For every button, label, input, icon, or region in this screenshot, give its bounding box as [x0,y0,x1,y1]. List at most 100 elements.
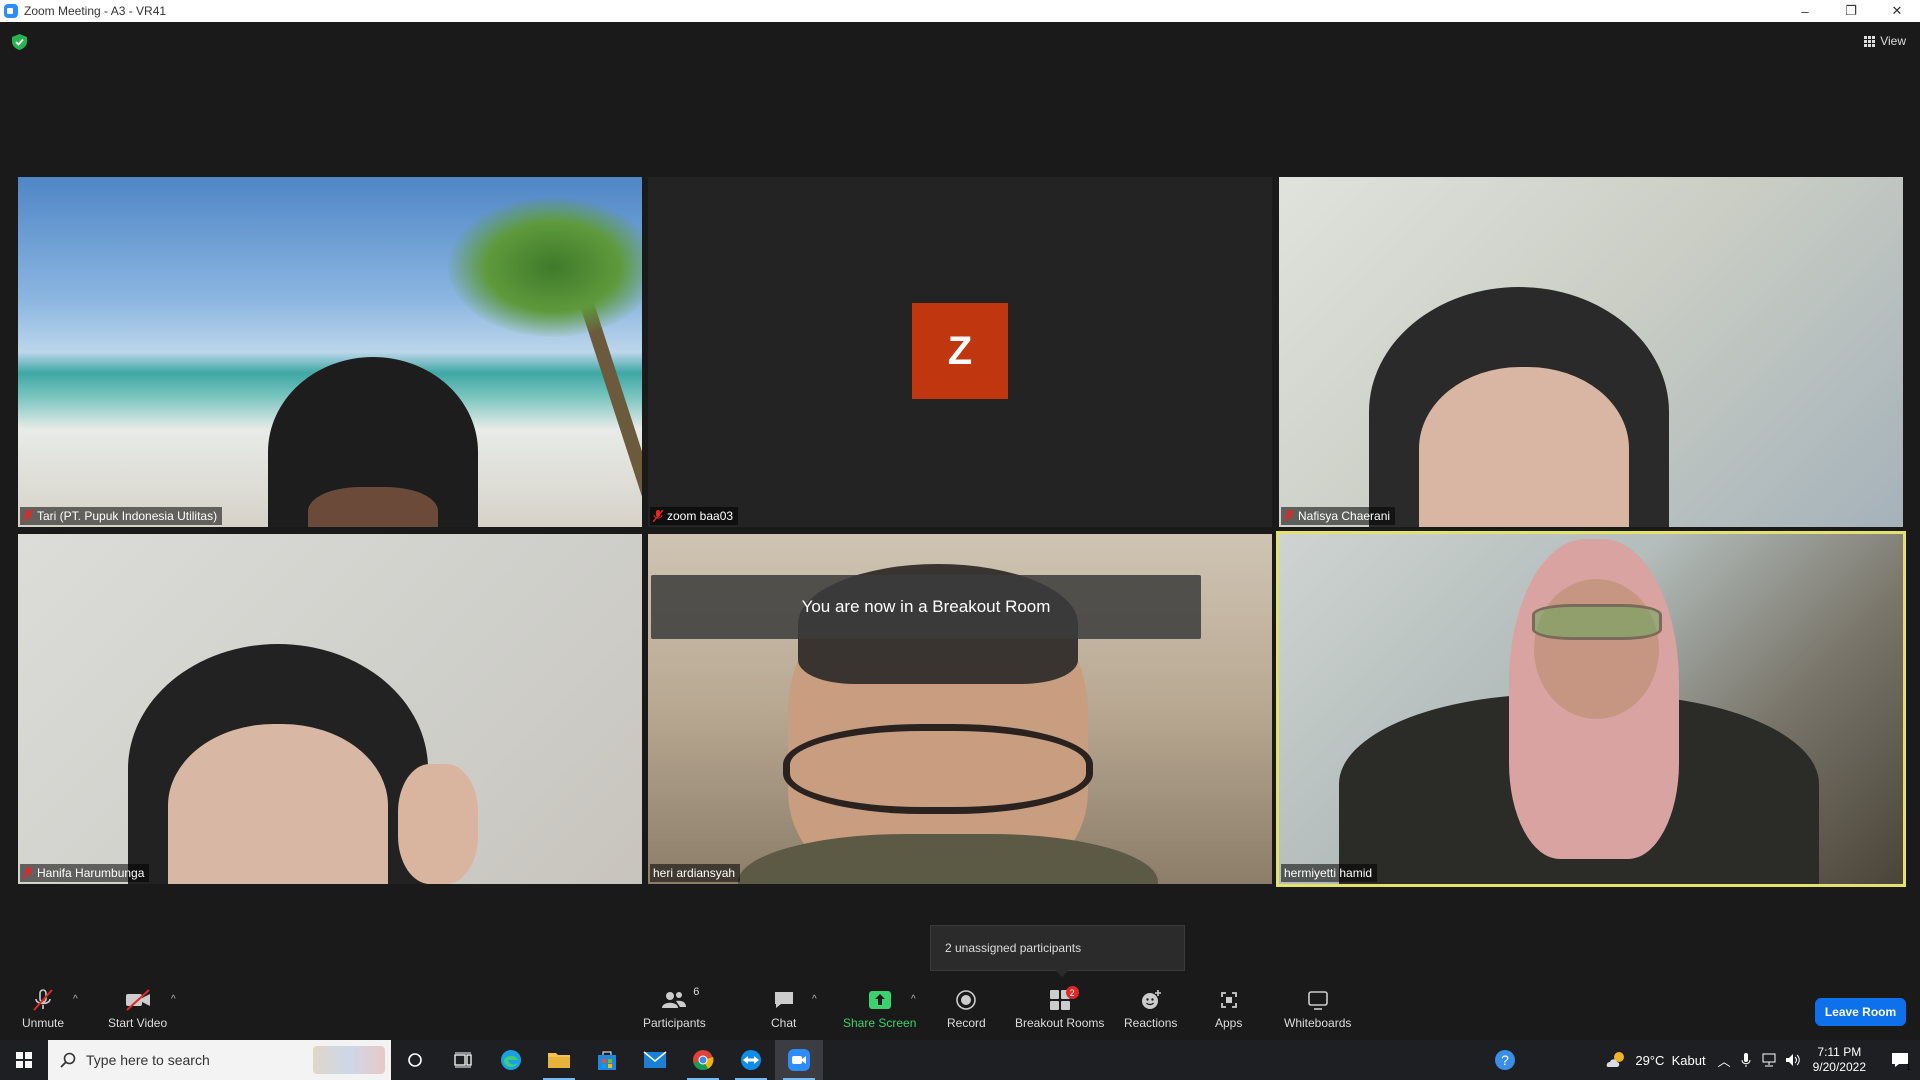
taskbar-chrome[interactable] [679,1040,727,1080]
window-controls: – ❐ ✕ [1782,0,1920,22]
whiteboards-button[interactable]: Whiteboards [1284,988,1351,1030]
participant-name-tag: heri ardiansyah [650,864,741,882]
participants-icon: 6 [661,986,699,1012]
close-button[interactable]: ✕ [1874,0,1920,22]
avatar: Z [912,303,1008,399]
grid-view-icon [1864,35,1876,47]
participant-name-tag: zoom baa03 [650,507,739,525]
network-icon[interactable] [1761,1053,1777,1067]
help-tray-button[interactable]: ? [1485,1040,1525,1080]
clock[interactable]: 7:11 PM 9/20/2022 [1813,1045,1866,1075]
mail-icon [643,1051,667,1068]
participant-hand [398,764,478,884]
store-icon [598,1051,616,1070]
unmute-button[interactable]: Unmute [22,988,64,1030]
participant-face [168,724,388,884]
reactions-icon [1140,988,1162,1012]
share-options-caret[interactable]: ^ [911,994,916,1005]
search-icon [60,1052,76,1068]
windows-logo-icon [16,1052,32,1068]
chat-icon [773,988,795,1012]
zoom-window: Zoom Meeting - A3 - VR41 – ❐ ✕ View Tari… [0,0,1920,1080]
apps-icon [1219,988,1239,1012]
palm-tree-leaves [448,197,642,337]
chat-options-caret[interactable]: ^ [812,994,817,1005]
unassigned-participants-tooltip: 2 unassigned participants [930,925,1185,977]
zoom-icon [788,1049,810,1071]
notification-count: 1 [1905,1062,1911,1072]
participant-name-tag: hermiyetti hamid [1281,864,1378,882]
video-tile-zoom-baa03[interactable]: Z zoom baa03 [648,177,1272,527]
share-screen-button[interactable]: Share Screen [843,988,916,1030]
participant-shirt [738,834,1158,884]
weather-icon [1607,1052,1625,1067]
participant-name-tag: Tari (PT. Pupuk Indonesia Utilitas) [20,507,223,525]
leave-room-button[interactable]: Leave Room [1815,998,1906,1026]
record-button[interactable]: Record [947,988,986,1030]
video-tile-hanifa[interactable]: Hanifa Harumbunga [18,534,642,884]
mic-muted-icon [1284,510,1294,522]
participant-glasses [1532,604,1662,640]
task-view-button[interactable] [439,1040,487,1080]
notification-center-button[interactable]: 1 [1880,1040,1920,1080]
volume-icon[interactable] [1785,1053,1801,1067]
help-icon: ? [1495,1050,1516,1070]
taskbar-mail[interactable] [631,1040,679,1080]
video-tile-hermiyetti-active-speaker[interactable]: hermiyetti hamid [1276,531,1906,887]
start-button[interactable] [0,1040,48,1080]
view-button[interactable]: View [1864,34,1906,48]
participant-face [1534,579,1659,719]
apps-button[interactable]: Apps [1215,988,1242,1030]
meeting-toolbar: Unmute ^ Start Video ^ 6 Participants Ch… [0,980,1920,1040]
folder-icon [548,1053,570,1068]
chrome-icon [693,1050,714,1071]
participant-name-tag: Nafisya Chaerani [1281,507,1396,525]
audio-options-caret[interactable]: ^ [73,994,78,1005]
taskbar-teamviewer[interactable] [727,1040,775,1080]
participants-button[interactable]: 6 Participants [643,986,706,1030]
edge-icon [501,1050,521,1070]
mic-muted-icon [23,867,33,879]
cortana-button[interactable] [391,1040,439,1080]
search-placeholder: Type here to search [86,1052,210,1068]
mic-muted-icon [23,510,33,522]
task-view-icon [454,1052,472,1068]
participant-glasses [783,724,1093,814]
view-label: View [1880,34,1906,48]
record-icon [955,988,977,1012]
microphone-muted-icon [31,988,55,1012]
taskbar-edge[interactable] [487,1040,535,1080]
chat-button[interactable]: Chat [771,988,796,1030]
taskbar-search-box[interactable]: Type here to search [48,1040,391,1080]
tray-overflow-chevron-icon[interactable]: ︿ [1718,1051,1731,1070]
participants-count: 6 [693,986,700,998]
video-tile-nafisya[interactable]: Nafisya Chaerani [1279,177,1903,527]
clock-date: 9/20/2022 [1812,1060,1866,1074]
zoom-app-icon [4,4,18,18]
taskbar-store[interactable] [583,1040,631,1080]
taskbar-file-explorer[interactable] [535,1040,583,1080]
windows-taskbar: Type here to search ? 29°C Kabut ︿ 7:11 … [0,1040,1920,1080]
reactions-button[interactable]: Reactions [1124,988,1177,1030]
breakout-rooms-icon: 2 [1049,986,1079,1012]
restore-button[interactable]: ❐ [1828,0,1874,22]
search-highlight-image [313,1046,385,1074]
breakout-rooms-button[interactable]: 2 Breakout Rooms [1015,986,1104,1030]
start-video-button[interactable]: Start Video [108,988,167,1030]
minimize-button[interactable]: – [1782,0,1828,22]
title-bar: Zoom Meeting - A3 - VR41 – ❐ ✕ [0,0,1920,22]
weather-text[interactable]: 29°C Kabut [1635,1053,1705,1068]
breakout-rooms-badge: 2 [1065,986,1079,999]
clock-time: 7:11 PM [1817,1045,1862,1059]
breakout-room-notification: You are now in a Breakout Room [651,575,1201,639]
teamviewer-icon [741,1050,761,1070]
participant-face [308,487,438,527]
video-options-caret[interactable]: ^ [171,994,176,1005]
share-screen-icon [868,988,892,1012]
cortana-icon [408,1053,422,1067]
video-off-icon [124,988,152,1012]
video-tile-tari[interactable]: Tari (PT. Pupuk Indonesia Utilitas) [18,177,642,527]
microphone-tray-icon[interactable] [1741,1052,1751,1068]
taskbar-zoom[interactable] [775,1040,823,1080]
security-shield-icon[interactable] [12,34,27,50]
